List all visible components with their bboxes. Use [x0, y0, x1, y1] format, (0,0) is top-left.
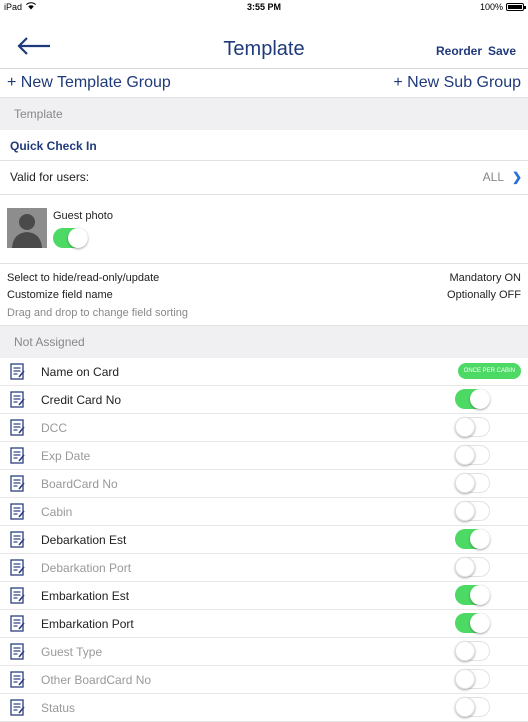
battery-icon [506, 3, 526, 11]
field-toggle[interactable] [455, 641, 490, 661]
field-toggle[interactable] [455, 557, 490, 577]
toggle-knob [455, 473, 475, 493]
new-template-group-button[interactable]: + New Template Group [7, 74, 171, 92]
field-row[interactable]: DCC [0, 414, 528, 442]
nav-bar: Template Reorder Save [0, 14, 528, 69]
info-line-1: Select to hide/read-only/update [7, 272, 160, 284]
toggle-knob [455, 641, 475, 661]
field-toggle[interactable] [455, 445, 490, 465]
edit-document-icon[interactable] [10, 587, 25, 604]
toggle-knob [470, 585, 490, 605]
toggle-knob [455, 501, 475, 521]
field-row[interactable]: Guest Type [0, 638, 528, 666]
edit-document-icon[interactable] [10, 503, 25, 520]
battery-percent: 100% [479, 2, 503, 12]
field-row[interactable]: Debarkation Est [0, 526, 528, 554]
valid-users-row[interactable]: Valid for users: ALL ❯ [0, 161, 528, 195]
field-name[interactable]: Exp Date [41, 449, 90, 463]
field-row[interactable]: Embarkation Port [0, 610, 528, 638]
info-mandatory: Mandatory ON [449, 272, 521, 284]
group-actions-row: + New Template Group + New Sub Group [0, 69, 528, 98]
edit-document-icon[interactable] [10, 419, 25, 436]
template-section-header: Template [0, 98, 528, 130]
battery-indicator: 100% [479, 2, 526, 12]
field-row[interactable]: Name on Card ONCE PER CABIN [0, 358, 528, 386]
toggle-knob [470, 529, 490, 549]
field-name[interactable]: Other BoardCard No [41, 673, 151, 687]
save-button[interactable]: Save [488, 44, 516, 58]
edit-document-icon[interactable] [10, 363, 25, 380]
avatar-placeholder-icon [7, 208, 47, 248]
field-toggle[interactable] [455, 669, 490, 689]
edit-document-icon[interactable] [10, 559, 25, 576]
info-optional: Optionally OFF [447, 289, 521, 301]
field-toggle[interactable] [455, 585, 490, 605]
legend-info: Select to hide/read-only/update Mandator… [0, 264, 528, 326]
template-name-row[interactable]: Quick Check In [0, 130, 528, 161]
field-name[interactable]: Status [41, 701, 75, 715]
valid-users-value: ALL [482, 170, 504, 184]
status-time: 3:55 PM [246, 2, 281, 12]
field-row[interactable]: Cabin [0, 498, 528, 526]
guest-photo-label: Guest photo [53, 210, 113, 222]
field-name[interactable]: Guest Type [41, 645, 102, 659]
field-name[interactable]: Credit Card No [41, 393, 121, 407]
field-toggle[interactable] [455, 501, 490, 521]
chevron-right-icon: ❯ [511, 170, 522, 184]
edit-document-icon[interactable] [10, 643, 25, 660]
field-row[interactable]: Status [0, 694, 528, 722]
field-toggle[interactable] [455, 697, 490, 717]
field-name[interactable]: Debarkation Port [41, 561, 131, 575]
section-title: Not Assigned [14, 335, 85, 349]
edit-document-icon[interactable] [10, 475, 25, 492]
guest-photo-toggle[interactable] [53, 228, 88, 248]
edit-document-icon[interactable] [10, 615, 25, 632]
reorder-button[interactable]: Reorder [436, 44, 482, 58]
info-line-2: Customize field name [7, 289, 113, 301]
toggle-knob [455, 557, 475, 577]
field-row[interactable]: Debarkation Port [0, 554, 528, 582]
field-toggle[interactable] [455, 529, 490, 549]
valid-users-label: Valid for users: [10, 170, 90, 184]
new-sub-group-button[interactable]: + New Sub Group [393, 74, 521, 92]
field-toggle[interactable] [455, 473, 490, 493]
field-row[interactable]: Credit Card No [0, 386, 528, 414]
info-line-3: Drag and drop to change field sorting [7, 307, 189, 319]
field-name[interactable]: Name on Card [41, 365, 119, 379]
edit-document-icon[interactable] [10, 391, 25, 408]
toggle-knob [455, 697, 475, 717]
field-name[interactable]: Debarkation Est [41, 533, 126, 547]
edit-document-icon[interactable] [10, 531, 25, 548]
edit-document-icon[interactable] [10, 699, 25, 716]
status-bar: iPad 3:55 PM 100% [0, 0, 528, 14]
field-name[interactable]: Embarkation Port [41, 617, 134, 631]
field-toggle[interactable] [455, 613, 490, 633]
field-name[interactable]: BoardCard No [41, 477, 118, 491]
field-row[interactable]: Embarkation Est [0, 582, 528, 610]
toggle-knob [470, 389, 490, 409]
field-row[interactable]: Other BoardCard No [0, 666, 528, 694]
guest-photo-row: Guest photo [0, 195, 528, 264]
toggle-knob [455, 445, 475, 465]
toggle-knob [455, 417, 475, 437]
once-per-cabin-badge[interactable]: ONCE PER CABIN [457, 363, 521, 379]
field-name[interactable]: Embarkation Est [41, 589, 129, 603]
template-name: Quick Check In [10, 139, 97, 153]
field-list: Name on Card ONCE PER CABIN Credit Card No… [0, 358, 528, 722]
toggle-knob [68, 228, 88, 248]
toggle-knob [470, 613, 490, 633]
field-name[interactable]: DCC [41, 421, 67, 435]
not-assigned-section-header: Not Assigned [0, 326, 528, 358]
edit-document-icon[interactable] [10, 447, 25, 464]
field-row[interactable]: BoardCard No [0, 470, 528, 498]
field-toggle[interactable] [455, 389, 490, 409]
field-name[interactable]: Cabin [41, 505, 72, 519]
toggle-knob [455, 669, 475, 689]
edit-document-icon[interactable] [10, 671, 25, 688]
section-title: Template [14, 107, 63, 121]
field-row[interactable]: Exp Date [0, 442, 528, 470]
field-toggle[interactable] [455, 417, 490, 437]
